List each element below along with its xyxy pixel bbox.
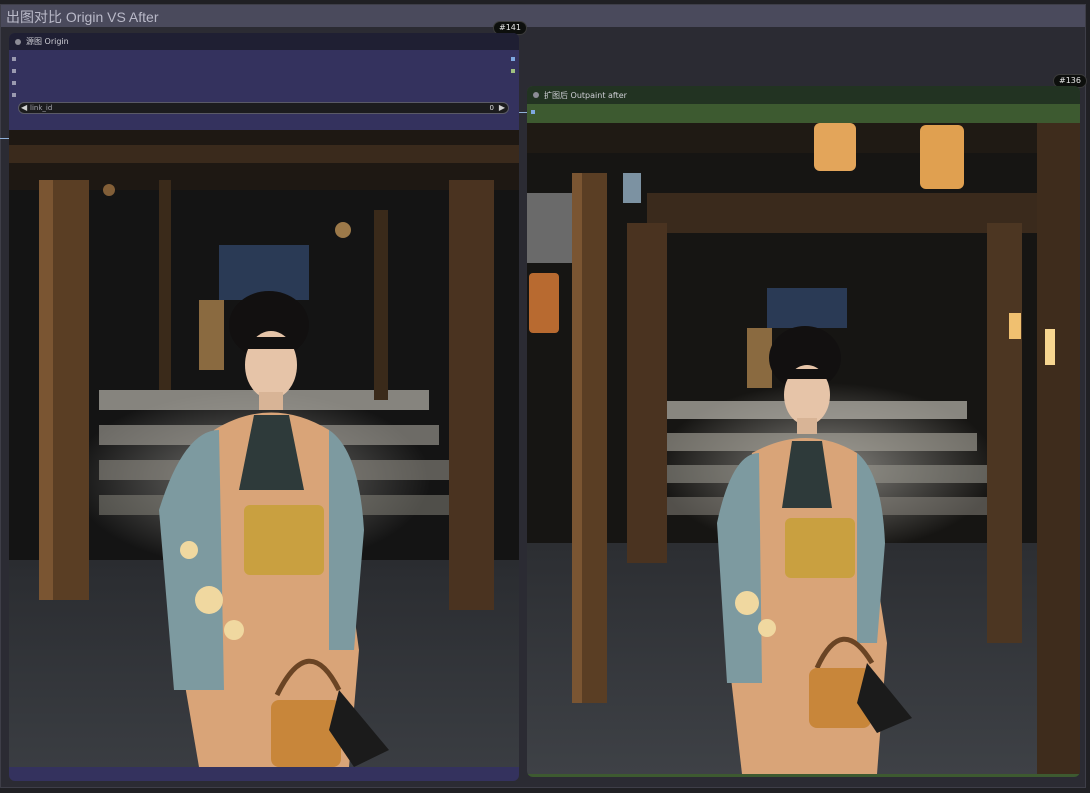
origin-image-preview — [9, 130, 519, 767]
origin-photo — [9, 130, 519, 767]
output-slot-icon[interactable] — [511, 57, 515, 61]
origin-node-title-bar[interactable]: 源图 Origin — [9, 33, 519, 50]
decrement-arrow-icon[interactable]: ◀ — [21, 103, 27, 113]
link-id-value[interactable]: 0 — [490, 103, 494, 113]
group-title: 出图对比 Origin VS After — [6, 9, 159, 25]
origin-preview-node[interactable]: 源图 Origin ◀ link_id 0 ▶ — [9, 33, 519, 781]
after-image-preview — [527, 123, 1080, 774]
input-slot-icon[interactable] — [12, 93, 16, 97]
origin-node-title: 源图 Origin — [26, 37, 69, 46]
link-wire — [519, 112, 527, 113]
input-slot-icon[interactable] — [12, 57, 16, 61]
after-node-title: 扩图后 Outpaint after — [544, 91, 627, 100]
output-slot-icon[interactable] — [511, 69, 515, 73]
after-photo — [527, 123, 1080, 774]
input-slot-icon[interactable] — [531, 110, 535, 114]
group-header[interactable]: 出图对比 Origin VS After — [1, 5, 1085, 27]
link-wire-in — [0, 138, 9, 139]
workflow-canvas[interactable]: 出图对比 Origin VS After #141 源图 Origin ◀ li… — [0, 0, 1090, 793]
input-slot-icon[interactable] — [12, 69, 16, 73]
increment-arrow-icon[interactable]: ▶ — [499, 103, 505, 113]
input-slot-icon[interactable] — [12, 81, 16, 85]
after-node-title-bar[interactable]: 扩图后 Outpaint after — [527, 86, 1080, 104]
after-preview-node[interactable]: 扩图后 Outpaint after — [527, 86, 1080, 777]
collapse-dot-icon[interactable] — [15, 39, 21, 45]
link-id-label: link_id — [30, 104, 53, 112]
collapse-dot-icon[interactable] — [533, 92, 539, 98]
link-id-number-widget[interactable]: ◀ link_id 0 ▶ — [18, 102, 509, 114]
